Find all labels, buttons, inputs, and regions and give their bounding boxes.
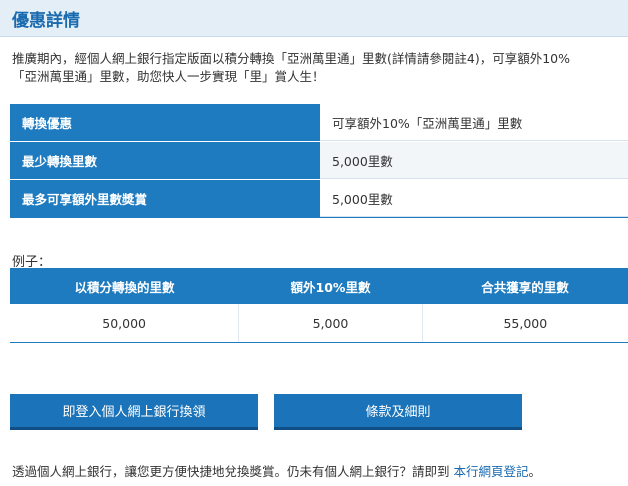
offer-table: 轉換優惠 可享額外10%「亞洲萬里通」里數 最少轉換里數 5,000里數 最多可… — [10, 104, 628, 218]
footer-text: 透過個人網上銀行，讓您更方便快捷地兌換獎賞。仍未有個人網上銀行？請即到 本行網頁… — [12, 461, 541, 480]
intro-text: 推廣期內，經個人網上銀行指定版面以積分轉換「亞洲萬里通」里數(詳情請參閱註4)，… — [12, 50, 626, 86]
intro-line-2: 「亞洲萬里通」里數，助您快人一步實現「里」賞人生！ — [12, 69, 325, 84]
example-header: 額外10%里數 — [290, 279, 371, 295]
intro-line-1: 推廣期內，經個人網上銀行指定版面以積分轉換「亞洲萬里通」里數(詳情請參閱註4)，… — [12, 51, 570, 66]
login-redeem-button[interactable]: 即登入個人網上銀行換領 — [10, 394, 258, 430]
offer-label: 轉換優惠 — [10, 104, 320, 141]
offer-label: 最少轉換里數 — [10, 142, 320, 179]
offer-value: 5,000里數 — [320, 180, 628, 217]
footer-end: 。 — [528, 464, 542, 479]
example-cell: 5,000 — [239, 304, 423, 342]
example-cell: 50,000 — [10, 304, 240, 342]
offer-value: 5,000里數 — [320, 142, 628, 179]
example-header-row: 以積分轉換的里數 額外10%里數 合共獲享的里數 — [10, 268, 628, 304]
page-title: 優惠詳情 — [12, 11, 80, 31]
offer-row: 轉換優惠 可享額外10%「亞洲萬里通」里數 — [10, 104, 628, 142]
example-row: 50,000 5,000 55,000 — [10, 304, 628, 343]
offer-row: 最多可享額外里數獎賞 5,000里數 — [10, 180, 628, 218]
example-cell: 55,000 — [503, 315, 548, 331]
register-link[interactable]: 本行網頁登記 — [453, 464, 528, 479]
example-header: 以積分轉換的里數 — [74, 279, 175, 295]
terms-button[interactable]: 條款及細則 — [274, 394, 522, 430]
example-table: 以積分轉換的里數 額外10%里數 合共獲享的里數 50,000 5,000 55… — [10, 268, 628, 343]
example-header: 合共獲享的里數 — [481, 279, 569, 295]
title-bar: 優惠詳情 — [0, 0, 628, 37]
offer-label: 最多可享額外里數獎賞 — [10, 180, 320, 217]
offer-value: 可享額外10%「亞洲萬里通」里數 — [320, 104, 628, 141]
footer-message: 透過個人網上銀行，讓您更方便快捷地兌換獎賞。仍未有個人網上銀行？請即到 — [12, 464, 454, 479]
offer-row: 最少轉換里數 5,000里數 — [10, 142, 628, 180]
